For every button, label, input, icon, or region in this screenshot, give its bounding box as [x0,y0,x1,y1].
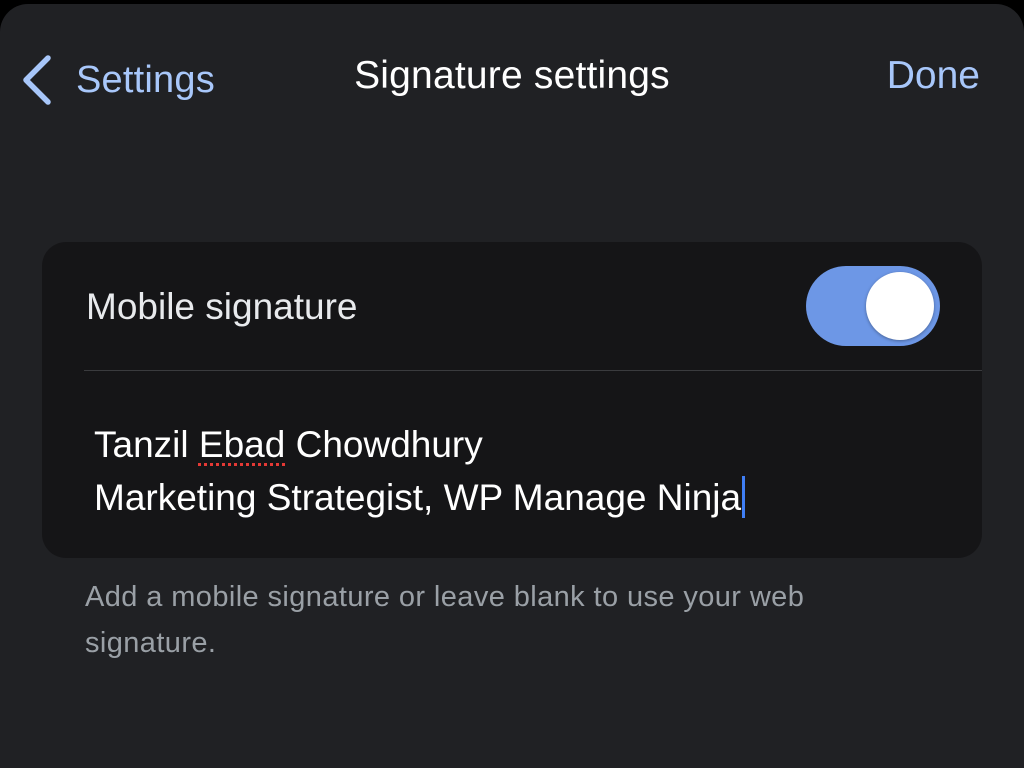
settings-sheet: Settings Signature settings Done Mobile … [0,4,1024,768]
helper-text: Add a mobile signature or leave blank to… [85,581,805,659]
mobile-signature-row: Mobile signature [42,242,982,370]
text-cursor [742,476,746,518]
navigation-bar: Settings Signature settings Done [0,4,1024,154]
mobile-signature-label: Mobile signature [86,286,358,327]
done-button[interactable]: Done [887,54,980,98]
back-button-label: Settings [76,58,215,101]
misspelled-word: Ebad [198,424,286,465]
chevron-left-icon [20,54,54,106]
divider [84,370,982,371]
signature-line-2: Marketing Strategist, WP Manage Ninja [94,471,954,524]
signature-text-field[interactable]: Tanzil Ebad Chowdhury Marketing Strategi… [94,418,954,524]
toggle-knob [866,272,934,340]
signature-card: Mobile signature Tanzil Ebad Chowdhury M… [42,242,982,558]
back-button[interactable]: Settings [20,50,215,110]
signature-line-2-text: Marketing Strategist, WP Manage Ninja [94,477,742,518]
signature-last-name: Chowdhury [295,424,483,465]
mobile-signature-toggle[interactable] [806,266,940,346]
signature-first-name: Tanzil [94,424,189,465]
signature-line-1: Tanzil Ebad Chowdhury [94,418,954,471]
